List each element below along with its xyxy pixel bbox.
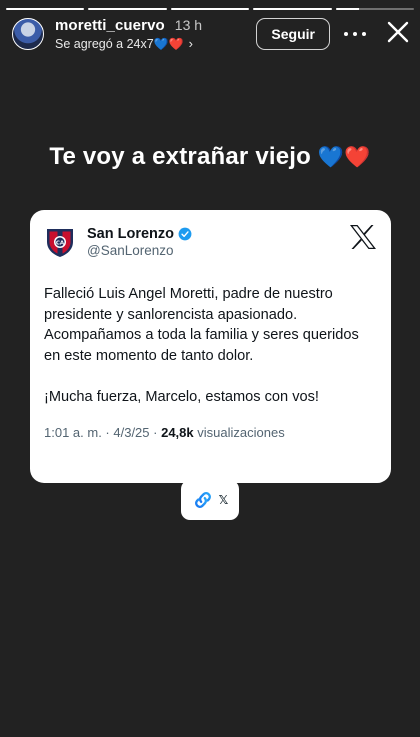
highlight-text: Se agregó a 24x7 (55, 36, 154, 51)
link-sticker[interactable]: 𝕏 (181, 480, 239, 520)
tweet-account[interactable]: San Lorenzo @SanLorenzo (87, 226, 192, 258)
highlight-link[interactable]: Se agregó a 24x7 💙 ❤️ › (55, 36, 202, 51)
club-crest-icon: CA (47, 229, 73, 257)
blue-heart-icon: 💙 (153, 36, 169, 51)
tweet-meta: 1:01 a. m. · 4/3/25 · 24,8k visualizacio… (44, 425, 285, 440)
story-header: moretti_cuervo 13 h Se agregó a 24x7 💙 ❤… (12, 14, 410, 54)
link-icon (194, 492, 211, 508)
tweet-header: CA San Lorenzo @SanLorenzo (44, 226, 377, 258)
progress-segment (253, 8, 332, 10)
progress-segment (6, 8, 85, 10)
avatar[interactable] (12, 18, 44, 50)
tweet-time: 1:01 a. m. (44, 425, 102, 440)
tweet-date: 4/3/25 (113, 425, 150, 440)
chevron-right-icon: › (188, 36, 193, 51)
caption-text: Te voy a extrañar viejo (49, 143, 312, 170)
red-heart-icon: ❤️ (168, 36, 184, 51)
close-icon[interactable] (386, 20, 410, 44)
story-viewer[interactable]: moretti_cuervo 13 h Se agregó a 24x7 💙 ❤… (0, 0, 420, 737)
username[interactable]: moretti_cuervo (55, 17, 165, 34)
post-time: 13 h (174, 17, 203, 33)
story-meta: moretti_cuervo 13 h Se agregó a 24x7 💙 ❤… (55, 17, 202, 51)
tweet-views-count: 24,8k (161, 425, 194, 440)
progress-segment (88, 8, 167, 10)
tweet-body: Falleció Luis Angel Moretti, padre de nu… (44, 286, 359, 405)
account-handle: @SanLorenzo (87, 243, 174, 258)
story-caption: Te voy a extrañar viejo 💙❤️ (0, 143, 420, 171)
progress-segment (170, 8, 250, 10)
story-progress-bar (6, 8, 415, 10)
tweet-views-label: visualizaciones (197, 425, 285, 440)
verified-icon (178, 227, 192, 241)
progress-segment-current (335, 8, 415, 10)
link-label: 𝕏 (218, 493, 229, 507)
more-icon[interactable] (344, 24, 366, 44)
red-heart-icon: ❤️ (344, 146, 371, 169)
tweet-card[interactable]: CA San Lorenzo @SanLorenzo Falleció Luis… (30, 210, 391, 483)
x-logo-icon (350, 225, 376, 249)
blue-heart-icon: 💙 (317, 146, 345, 169)
svg-text:CA: CA (56, 240, 65, 246)
follow-button[interactable]: Seguir (256, 18, 330, 50)
account-name: San Lorenzo (87, 226, 175, 242)
